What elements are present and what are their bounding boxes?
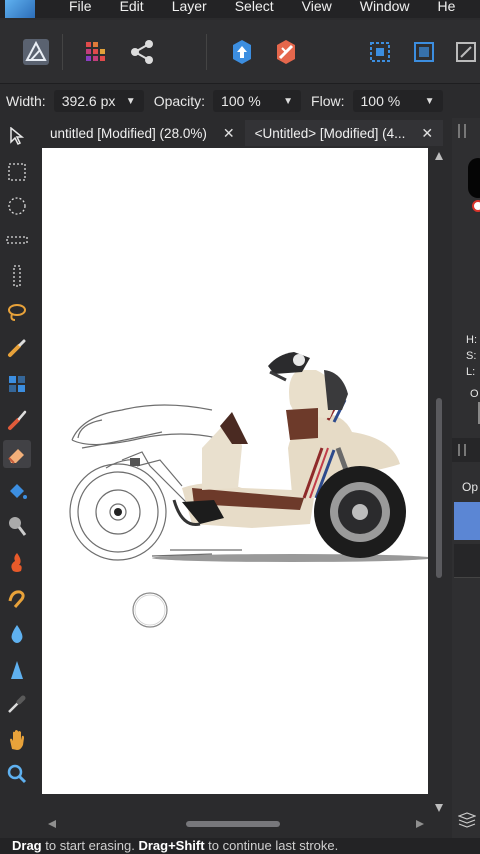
close-icon[interactable]: ✕ <box>223 125 235 142</box>
selection-grid-icon[interactable] <box>406 34 442 70</box>
chevron-down-icon[interactable]: ▼ <box>126 96 136 107</box>
flow-field[interactable]: 100 % ▼ <box>352 90 443 112</box>
layers-stack-icon[interactable] <box>457 812 477 828</box>
opacity-short-label: O <box>470 388 479 400</box>
saturation-label: S: <box>466 350 477 362</box>
width-label: Width: <box>6 93 46 109</box>
row-marquee-icon[interactable] <box>3 226 31 254</box>
context-toolbar: Width: 392.6 px ▼ Opacity: 100 % ▼ Flow:… <box>0 86 480 116</box>
selection-brush-icon[interactable] <box>3 334 31 362</box>
burn-tool-icon[interactable] <box>3 548 31 576</box>
status-text-2: to continue last stroke. <box>204 838 339 853</box>
panel-grip-icon[interactable] <box>458 444 466 456</box>
sketch-mark <box>130 458 140 466</box>
menu-window[interactable]: Window <box>360 0 410 13</box>
status-drag: Drag <box>12 838 42 853</box>
snapping-icon[interactable] <box>362 34 398 70</box>
scooter-body <box>172 352 406 558</box>
menu-file[interactable]: File <box>69 0 92 13</box>
transform-icon[interactable] <box>448 34 480 70</box>
flow-label: Flow: <box>311 93 345 109</box>
photo-persona-icon[interactable] <box>18 34 54 70</box>
ellipse-marquee-icon[interactable] <box>3 192 31 220</box>
tab-label: untitled [Modified] (28.0%) <box>50 125 207 141</box>
layer-opacity-label: Op <box>462 480 479 494</box>
vertical-scrollbar[interactable] <box>432 148 446 816</box>
main-toolbar <box>0 20 480 84</box>
sharpen-tool-icon[interactable] <box>3 656 31 684</box>
rectangle-marquee-icon[interactable] <box>3 158 31 186</box>
no-color-icon[interactable] <box>472 200 480 212</box>
tab-label: <Untitled> [Modified] (4... <box>254 125 406 141</box>
hue-label: H: <box>466 334 477 346</box>
lasso-icon[interactable] <box>3 298 31 326</box>
menu-bar: File Edit Layer Select View Window He <box>0 0 480 18</box>
opacity-value: 100 % <box>221 93 261 109</box>
status-text-1: to start erasing. <box>41 838 139 853</box>
flow-value: 100 % <box>360 93 401 109</box>
tools-panel <box>0 118 34 818</box>
fill-bucket-icon[interactable] <box>3 478 31 506</box>
document-canvas[interactable] <box>42 148 432 794</box>
horizontal-scrollbar[interactable] <box>42 816 432 832</box>
panel-divider <box>452 438 480 462</box>
blur-tool-icon[interactable] <box>3 620 31 648</box>
pixel-persona-icon[interactable] <box>76 34 112 70</box>
opacity-label: Opacity: <box>153 93 206 109</box>
canvas-area <box>34 146 452 828</box>
sketch-hub <box>114 508 122 516</box>
menu-view[interactable]: View <box>302 0 332 13</box>
chevron-down-icon[interactable]: ▼ <box>425 96 435 107</box>
scooter-artwork <box>69 352 432 628</box>
width-value: 392.6 px <box>61 93 116 109</box>
menu-layer[interactable]: Layer <box>172 0 207 13</box>
lightness-label: L: <box>466 366 476 378</box>
layer-row[interactable] <box>454 544 480 578</box>
chevron-down-icon[interactable]: ▼ <box>283 96 293 107</box>
menu-edit[interactable]: Edit <box>120 0 144 13</box>
color-picker-icon[interactable] <box>3 690 31 718</box>
eraser-cursor <box>132 592 168 628</box>
share-icon[interactable] <box>124 34 160 70</box>
dodge-tool-icon[interactable] <box>3 512 31 540</box>
panel-grip-icon[interactable] <box>458 124 466 138</box>
tab-untitled-2[interactable]: <Untitled> [Modified] (4... ✕ <box>244 120 444 146</box>
status-bar: Drag to start erasing. Drag+Shift to con… <box>0 838 480 854</box>
eraser-icon[interactable] <box>3 440 31 468</box>
close-icon[interactable]: ✕ <box>421 125 433 142</box>
hand-tool-icon[interactable] <box>3 726 31 754</box>
width-field[interactable]: 392.6 px ▼ <box>53 90 144 112</box>
move-tool-icon[interactable] <box>3 122 31 150</box>
selected-layer[interactable] <box>454 502 480 540</box>
menu-help[interactable]: He <box>438 0 456 13</box>
zoom-tool-icon[interactable] <box>3 760 31 788</box>
menu-select[interactable]: Select <box>235 0 274 13</box>
column-marquee-icon[interactable] <box>3 262 31 290</box>
tab-untitled-1[interactable]: untitled [Modified] (28.0%) ✕ <box>40 120 245 146</box>
document-tabs: untitled [Modified] (28.0%) ✕ <Untitled>… <box>40 120 450 146</box>
flood-select-icon[interactable] <box>3 370 31 398</box>
paint-brush-icon[interactable] <box>3 406 31 434</box>
app-logo[interactable] <box>5 0 35 18</box>
status-drag-shift: Drag+Shift <box>138 838 205 853</box>
smudge-tool-icon[interactable] <box>3 584 31 612</box>
right-panel: H: S: L: O Op <box>452 118 480 838</box>
mask-toggle-icon[interactable] <box>268 34 304 70</box>
upload-icon[interactable] <box>224 34 260 70</box>
opacity-field[interactable]: 100 % ▼ <box>213 90 302 112</box>
primary-color-swatch[interactable] <box>468 158 480 198</box>
